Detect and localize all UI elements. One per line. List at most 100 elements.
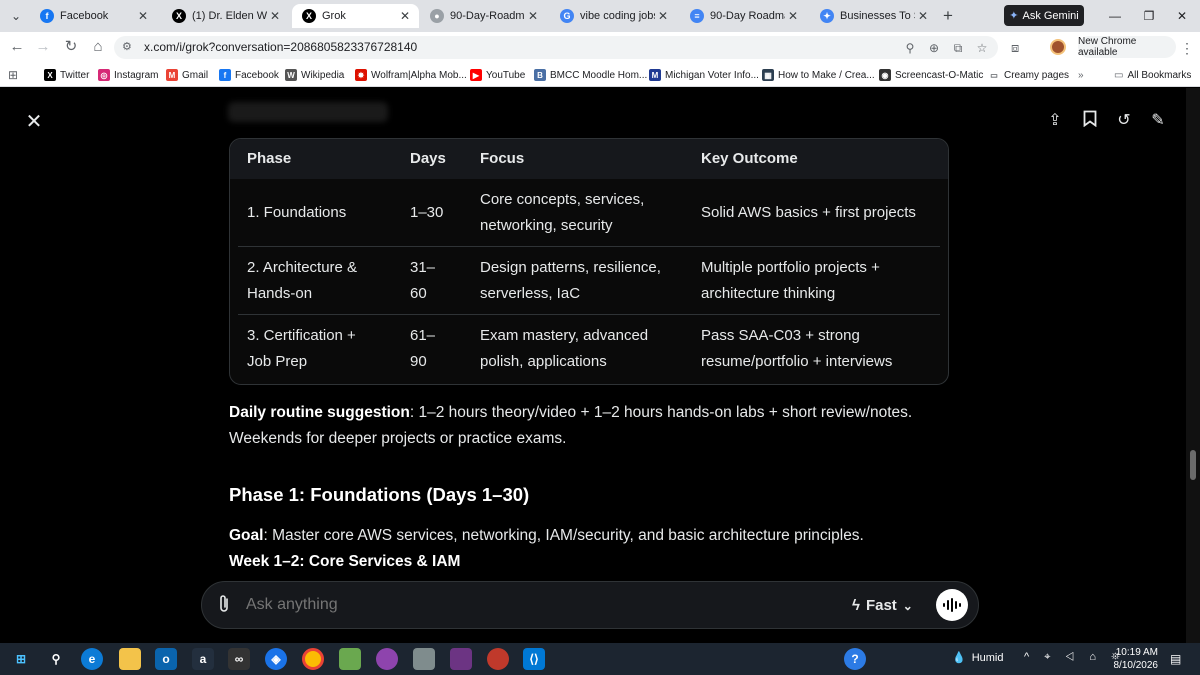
- table-header-row: Phase Days Focus Key Outcome: [230, 139, 948, 179]
- tab-close-icon[interactable]: ✕: [525, 9, 541, 23]
- bookmark-item[interactable]: ◉ Screencast-O-Matic: [879, 68, 983, 82]
- gmail-icon: M: [166, 69, 178, 81]
- outlook-icon[interactable]: o: [155, 648, 177, 670]
- app-icon[interactable]: [376, 648, 398, 670]
- cell-focus: Exam mastery, advanced polish, applicatio…: [480, 327, 649, 370]
- week-heading: Week 1–2: Core Services & IAM: [229, 553, 461, 570]
- tab-7[interactable]: ✦ Businesses To Start✕: [810, 4, 937, 28]
- weather-widget[interactable]: 💧 Humid: [952, 651, 1004, 665]
- vscode-icon[interactable]: ⟨⟩: [523, 648, 545, 670]
- more-menu-icon[interactable]: ⋮: [1180, 40, 1194, 57]
- gemini-sparkle-icon: ✦: [1009, 10, 1019, 22]
- app-icon[interactable]: ◈: [265, 648, 287, 670]
- bookmark-label: Gmail: [182, 69, 209, 81]
- ask-input[interactable]: [246, 596, 806, 614]
- file-explorer-icon[interactable]: [119, 648, 141, 670]
- bookmark-item[interactable]: X Twitter: [44, 68, 89, 82]
- site-info-icon[interactable]: ⚙: [122, 40, 132, 53]
- windows-start-icon[interactable]: ⊞: [10, 648, 32, 670]
- app-icon[interactable]: [487, 648, 509, 670]
- chrome-icon[interactable]: [302, 648, 324, 670]
- docs-icon: ≡: [690, 9, 704, 23]
- close-window-icon[interactable]: ✕: [1172, 6, 1192, 26]
- cell-days: 31– 60: [410, 259, 436, 302]
- notification-icon[interactable]: ▤: [1170, 652, 1181, 666]
- share-icon[interactable]: ⇪: [1044, 110, 1066, 132]
- app-icon[interactable]: [413, 648, 435, 670]
- bookmark-label: Wolfram|Alpha Mob...: [371, 69, 467, 81]
- minimize-icon[interactable]: —: [1105, 6, 1125, 26]
- tab-3[interactable]: X Grok ✕: [292, 4, 419, 28]
- ask-gemini-button[interactable]: ✦ Ask Gemini: [1004, 5, 1084, 26]
- edge-icon[interactable]: e: [81, 648, 103, 670]
- bookmark-icon[interactable]: [1079, 110, 1101, 132]
- tab-close-icon[interactable]: ✕: [267, 9, 283, 23]
- zoom-icon[interactable]: ⊕: [926, 40, 942, 56]
- folder-icon: ▭: [1114, 69, 1124, 81]
- tab-close-icon[interactable]: ✕: [785, 9, 801, 23]
- history-icon[interactable]: ↺: [1113, 110, 1135, 132]
- twitch-icon[interactable]: [450, 648, 472, 670]
- scrollbar-thumb[interactable]: [1190, 450, 1196, 480]
- bookmark-item[interactable]: ▶ YouTube: [470, 68, 525, 82]
- voice-mode-button[interactable]: [936, 589, 968, 621]
- new-chrome-available-button[interactable]: New Chrome available: [1078, 36, 1176, 58]
- bookmark-item[interactable]: ✸ Wolfram|Alpha Mob...: [355, 68, 467, 82]
- extensions-icon[interactable]: ⧈: [1011, 40, 1019, 56]
- tab-4[interactable]: ● 90-Day-Roadmap-✕: [420, 4, 547, 28]
- mode-select[interactable]: ϟ Fast ⌄: [852, 597, 913, 614]
- tab-6[interactable]: ≡ 90-Day Roadmap t✕: [680, 4, 807, 28]
- bookmark-item[interactable]: B BMCC Moodle Hom...: [534, 68, 647, 82]
- scrollbar[interactable]: [1186, 88, 1200, 643]
- clock[interactable]: 10:19 AM 8/10/2026: [1110, 646, 1159, 672]
- x-icon: X: [302, 9, 316, 23]
- bookmark-item[interactable]: M Michigan Voter Info...: [649, 68, 759, 82]
- cell-outcome: Solid AWS basics + first projects: [701, 204, 916, 221]
- all-bookmarks-folder[interactable]: ▭ All Bookmarks: [1114, 68, 1191, 82]
- bookmark-item[interactable]: ▦ How to Make / Crea...: [762, 68, 875, 82]
- forward-arrow-icon[interactable]: →: [34, 38, 52, 56]
- bookmark-item[interactable]: ▭ Creamy pages: [988, 68, 1069, 82]
- url-text[interactable]: x.com/i/grok?conversation=20868058233767…: [144, 40, 417, 54]
- bookmark-star-icon[interactable]: ☆: [974, 40, 990, 56]
- new-chat-edit-icon[interactable]: ✎: [1147, 110, 1169, 132]
- search-icon[interactable]: ⚲: [45, 648, 67, 670]
- browser-toolbar: ← → ↻ ⌂ ⚙ x.com/i/grok?conversation=2086…: [0, 32, 1200, 63]
- routine-text-2: Weekends for deeper projects or practice…: [229, 430, 567, 447]
- tab-title: (1) Dr. Elden Wayne: [192, 10, 267, 22]
- screencast-icon: ◉: [879, 69, 891, 81]
- bookmark-item[interactable]: f Facebook: [219, 68, 279, 82]
- tab-close-icon[interactable]: ✕: [655, 9, 671, 23]
- close-icon[interactable]: ✕: [24, 112, 44, 132]
- paperclip-icon[interactable]: [218, 594, 230, 619]
- tripadvisor-icon[interactable]: ∞: [228, 648, 250, 670]
- back-arrow-icon[interactable]: ←: [8, 38, 26, 56]
- tab-close-icon[interactable]: ✕: [397, 9, 413, 23]
- reload-icon[interactable]: ↻: [62, 38, 80, 56]
- home-icon[interactable]: ⌂: [89, 38, 107, 56]
- amazon-icon[interactable]: a: [192, 648, 214, 670]
- tab-close-icon[interactable]: ✕: [135, 9, 151, 23]
- cell-focus: Core concepts, services, networking, secu…: [480, 191, 645, 234]
- tab-close-icon[interactable]: ✕: [915, 9, 931, 23]
- grok-page: ✕ ⇪ ↺ ✎ Phase Days Focus Key Outcome 1. …: [0, 88, 1200, 643]
- phase-heading: Phase 1: Foundations (Days 1–30): [229, 484, 530, 505]
- tab-1[interactable]: f Facebook ✕: [30, 4, 157, 28]
- address-bar[interactable]: ⚙ x.com/i/grok?conversation=208680582337…: [114, 36, 998, 59]
- bookmark-item[interactable]: M Gmail: [166, 68, 208, 82]
- restore-window-icon[interactable]: ❐: [1139, 6, 1159, 26]
- goal-paragraph: Goal: Master core AWS services, networki…: [229, 523, 864, 575]
- tab-2[interactable]: X (1) Dr. Elden Wayne✕: [162, 4, 289, 28]
- apps-grid-icon[interactable]: ⊞: [8, 68, 18, 82]
- more-bookmarks-icon[interactable]: »: [1078, 68, 1084, 82]
- profile-avatar[interactable]: [1050, 39, 1066, 55]
- bookmark-item[interactable]: ◎ Instagram: [98, 68, 158, 82]
- new-tab-button[interactable]: +: [938, 6, 958, 26]
- notes-app-icon[interactable]: [339, 648, 361, 670]
- location-pin-icon[interactable]: ⚲: [902, 40, 918, 56]
- help-icon[interactable]: ?: [844, 648, 866, 670]
- install-app-icon[interactable]: ⧉: [950, 40, 966, 56]
- bookmark-item[interactable]: W Wikipedia: [285, 68, 344, 82]
- tab-search-chevron-icon[interactable]: ⌄: [6, 6, 26, 26]
- tab-5[interactable]: Gvibe coding jobs re✕: [550, 4, 677, 28]
